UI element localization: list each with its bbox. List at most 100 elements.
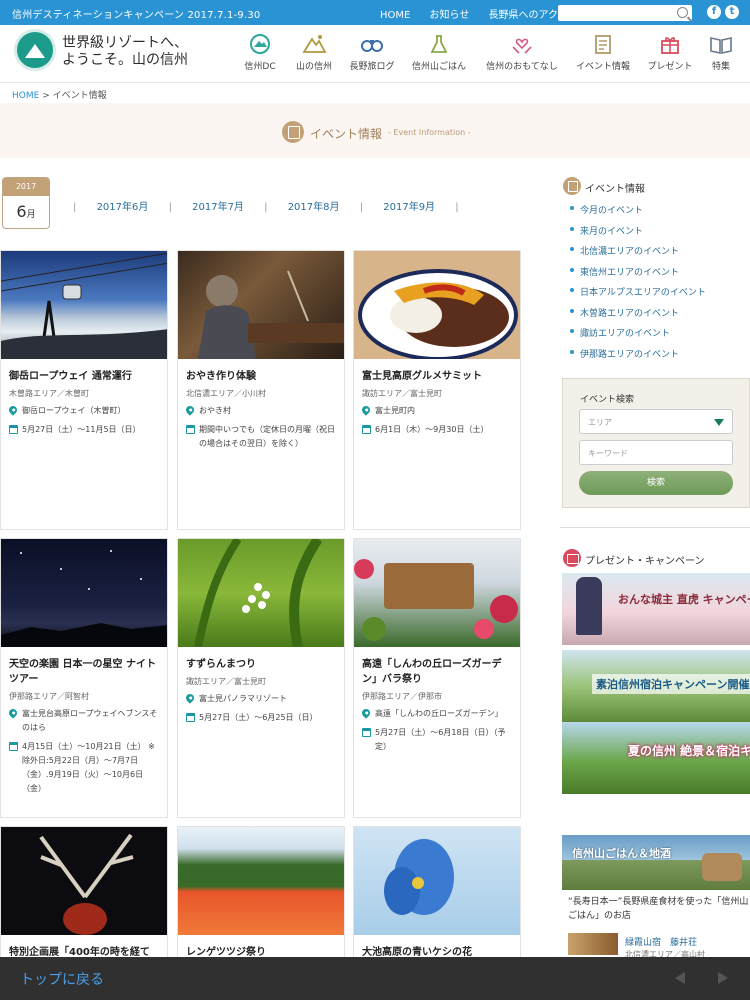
event-photo-ropeway[interactable] <box>1 251 167 359</box>
event-card[interactable]: 富士見高原グルメサミット 諏訪エリア／富士見町 富士見町内 6月1日（木）〜9月… <box>353 250 521 530</box>
event-title[interactable]: すずらんまつり <box>186 657 336 672</box>
nav-label: 信州山ごはん <box>411 62 466 72</box>
flask-icon <box>430 35 448 53</box>
location-pin-icon <box>7 404 19 416</box>
nav-item-present[interactable]: プレゼント <box>644 25 696 83</box>
breadcrumb-home[interactable]: HOME <box>12 91 39 101</box>
nav-label: 信州DC <box>244 62 276 72</box>
event-search-title: イベント検索 <box>580 395 635 405</box>
nav-item-shinshu-dc[interactable]: 信州DC <box>238 25 282 83</box>
event-photo-blue-poppy[interactable] <box>354 827 520 935</box>
search-button[interactable]: 検索 <box>579 471 733 495</box>
nav-item-mountain[interactable]: 山の信州 <box>292 25 336 83</box>
nav-item-yama-gohan[interactable]: 信州山ごはん <box>410 25 468 83</box>
site-logo-text[interactable]: 世界級リゾートへ、 ようこそ。山の信州 <box>62 35 188 69</box>
event-title[interactable]: 高遠「しんわの丘ローズガーデン」バラ祭り <box>362 657 512 687</box>
month-link-2017-06[interactable]: 2017年6月 <box>97 202 149 213</box>
chevron-down-icon <box>714 419 724 426</box>
gohan-banner[interactable]: 信州山ごはん＆地酒 <box>562 835 750 890</box>
event-place-row: 御岳ロープウェイ（木曽町） <box>7 404 159 418</box>
event-photo-starry-sky[interactable] <box>1 539 167 647</box>
nav-item-travel-log[interactable]: 長野旅ログ <box>346 25 398 83</box>
binoculars-icon <box>361 40 383 52</box>
promo-banner-summer[interactable]: 夏の信州 絶景＆宿泊キャンペーン <box>562 722 750 794</box>
event-photo-lily-of-the-valley[interactable] <box>178 539 344 647</box>
event-area: 諏訪エリア／富士見町 <box>362 389 442 398</box>
sidebar-link-this-month[interactable]: 今月のイベント <box>568 203 706 224</box>
nav-item-omotenashi[interactable]: 信州のおもてなし <box>482 25 562 83</box>
month-link-2017-07[interactable]: 2017年7月 <box>192 202 244 213</box>
location-pin-icon <box>360 404 372 416</box>
event-photo-curry[interactable] <box>354 251 520 359</box>
keyword-placeholder: キーワード <box>588 449 628 458</box>
facebook-icon[interactable]: f <box>707 5 721 19</box>
month-link-2017-08[interactable]: 2017年8月 <box>288 202 340 213</box>
sidebar-link-inaji[interactable]: 伊那路エリアのイベント <box>568 347 706 368</box>
event-area: 諏訪エリア／富士見町 <box>186 677 266 686</box>
site-search-input[interactable] <box>558 5 692 21</box>
sidebar-link-suwa[interactable]: 諏訪エリアのイベント <box>568 326 706 347</box>
event-date: 5月27日（土）〜11月5日（日） <box>22 425 141 434</box>
gohan-caption[interactable]: “長寿日本一”長野県産食材を使った「信州山ごはん」のお店 <box>568 895 750 923</box>
home-link[interactable]: HOME <box>380 10 410 21</box>
promo-text: 素泊信州宿泊キャンペーン開催中 <box>592 674 750 694</box>
nav-item-feature[interactable]: 特集 <box>706 25 736 83</box>
sidebar-link-kitashinano[interactable]: 北信濃エリアのイベント <box>568 244 706 265</box>
gohan-item-name[interactable]: 緑霞山宿 藤井荘 <box>625 935 697 948</box>
present-icon <box>563 549 581 567</box>
event-area: 木曽路エリア／木曽町 <box>9 389 89 398</box>
sidebar-event-links: 今月のイベント 来月のイベント 北信濃エリアのイベント 東信州エリアのイベント … <box>568 203 706 367</box>
back-arrow-icon[interactable] <box>675 972 685 984</box>
keyword-input[interactable]: キーワード <box>579 440 733 465</box>
event-card[interactable]: 天空の楽園 日本一の星空 ナイトツアー 伊那路エリア／阿智村 富士見台高原ロープ… <box>0 538 168 818</box>
event-photo-oyaki[interactable] <box>178 251 344 359</box>
area-select[interactable]: エリア <box>579 409 733 434</box>
promo-banner-naotora[interactable]: おんな城主 直虎 キャンペーン <box>562 573 750 645</box>
news-link[interactable]: お知らせ <box>430 10 470 21</box>
logo-icon[interactable] <box>14 29 56 71</box>
promo-banner-stay[interactable]: 素泊信州宿泊キャンペーン開催中 <box>562 650 750 722</box>
event-card[interactable]: 高遠「しんわの丘ローズガーデン」バラ祭り 伊那路エリア／伊那市 高遠「しんわの丘… <box>353 538 521 818</box>
calendar-month: 6月 <box>3 202 49 221</box>
event-title[interactable]: 富士見高原グルメサミット <box>362 369 512 384</box>
event-card[interactable]: 大池高原の青いケシの花 <box>353 826 521 966</box>
sidebar-link-japan-alps[interactable]: 日本アルプスエリアのイベント <box>568 285 706 306</box>
sidebar-event-title: イベント情報 <box>585 184 645 195</box>
gohan-food-image <box>702 853 742 881</box>
sidebar-link-higashishinshu[interactable]: 東信州エリアのイベント <box>568 265 706 286</box>
event-date: 6月1日（木）〜9月30日（土） <box>375 425 489 434</box>
hands-heart-icon <box>512 38 532 54</box>
present-campaign-title: プレゼント・キャンペーン <box>585 556 705 567</box>
event-photo-rose-garden[interactable] <box>354 539 520 647</box>
event-photo-azalea[interactable] <box>178 827 344 935</box>
nav-item-event-info[interactable]: イベント情報 <box>574 25 632 83</box>
breadcrumb-separator: > <box>42 91 50 101</box>
twitter-icon[interactable]: t <box>725 5 739 19</box>
location-pin-icon <box>184 404 196 416</box>
event-card[interactable]: 御岳ロープウェイ 通常運行 木曽路エリア／木曽町 御岳ロープウェイ（木曽町） 5… <box>0 250 168 530</box>
gohan-item-thumbnail[interactable] <box>568 933 618 955</box>
sidebar-link-kisoji[interactable]: 木曽路エリアのイベント <box>568 306 706 327</box>
event-card[interactable]: 特別企画展「400年の時を経て <box>0 826 168 966</box>
event-title[interactable]: おやき作り体験 <box>186 369 336 384</box>
event-photo-antlers[interactable] <box>1 827 167 935</box>
campaign-text[interactable]: 信州デスティネーションキャンペーン 2017.7.1-9.30 <box>12 6 260 21</box>
event-search-panel: イベント検索 エリア キーワード 検索 <box>562 378 750 508</box>
month-tabs: | 2017年6月 | 2017年7月 | 2017年8月 | 2017年9月 … <box>73 202 459 213</box>
nav-label: 信州のおもてなし <box>486 62 558 72</box>
sidebar-link-next-month[interactable]: 来月のイベント <box>568 224 706 245</box>
page-title: イベント情報 <box>310 127 383 141</box>
event-title[interactable]: 天空の楽園 日本一の星空 ナイトツアー <box>9 657 159 687</box>
calendar-small-icon <box>9 425 18 434</box>
month-link-2017-09[interactable]: 2017年9月 <box>383 202 435 213</box>
event-title[interactable]: 御岳ロープウェイ 通常運行 <box>9 369 159 384</box>
promo-figure-image <box>576 577 602 635</box>
event-date-row: 5月27日（土）〜6月25日（日） <box>186 711 336 725</box>
back-to-top-button[interactable]: トップに戻る <box>20 969 104 989</box>
event-card[interactable]: レンゲツツジ祭り <box>177 826 345 966</box>
current-month-badge: 2017 6月 <box>2 177 50 229</box>
event-card[interactable]: おやき作り体験 北信濃エリア／小川村 おやき村 期間中いつでも（定休日の月曜（祝… <box>177 250 345 530</box>
forward-arrow-icon[interactable] <box>718 972 728 984</box>
event-card[interactable]: すずらんまつり 諏訪エリア／富士見町 富士見パノラマリゾート 5月27日（土）〜… <box>177 538 345 818</box>
search-icon[interactable] <box>677 7 688 18</box>
